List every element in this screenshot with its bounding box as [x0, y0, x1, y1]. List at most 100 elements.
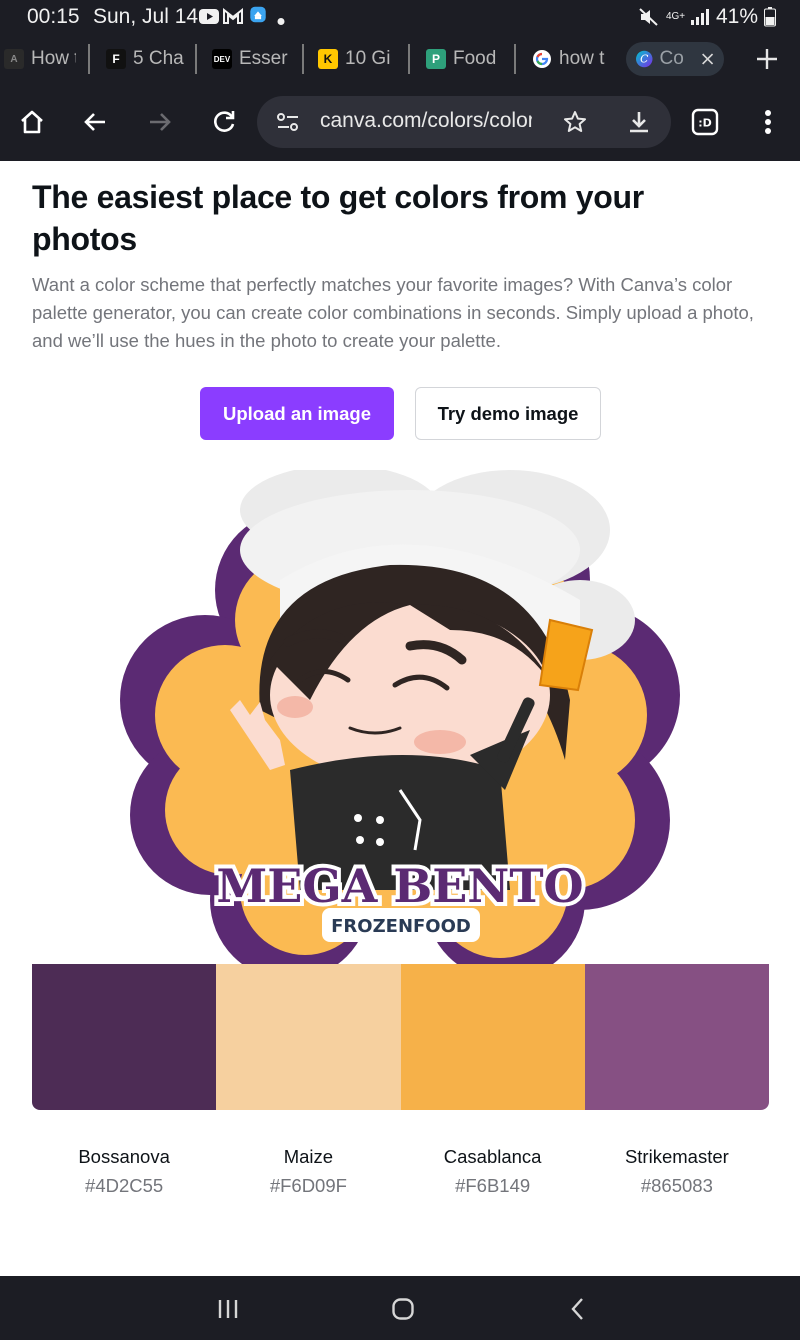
- home-nav-button[interactable]: [388, 1294, 418, 1324]
- signal-icon: [690, 9, 709, 25]
- gmail-icon: [223, 8, 243, 24]
- tab-google-search[interactable]: how t: [532, 42, 614, 76]
- extension-face-icon: :D: [691, 108, 719, 136]
- tab-essentials[interactable]: DEV Esser: [212, 42, 294, 76]
- back-button[interactable]: [77, 104, 113, 140]
- color-info: Casablanca #F6B149: [401, 1145, 585, 1198]
- home-icon: [21, 110, 43, 134]
- home-button[interactable]: [14, 104, 50, 140]
- brand-subtitle: FROZENFOOD: [331, 916, 471, 937]
- url-text[interactable]: canva.com/colors/color-palette-generator…: [320, 109, 532, 133]
- more-vert-icon: [765, 110, 771, 134]
- arrow-back-icon: [84, 113, 105, 131]
- tab-5-chains[interactable]: F 5 Cha: [106, 42, 184, 76]
- battery-icon: [764, 7, 776, 27]
- more-notifications-dot-icon: [277, 18, 285, 25]
- jacket-button: [376, 816, 384, 824]
- recent-apps-icon: [218, 1300, 238, 1318]
- brand-title: MEGA BENTO: [216, 859, 583, 913]
- tab-label: How t: [31, 48, 76, 69]
- swatch-bossanova[interactable]: [32, 964, 217, 1110]
- reload-button[interactable]: [206, 104, 242, 140]
- tab-label: Co: [659, 48, 684, 69]
- tab-label: how t: [559, 48, 605, 69]
- forward-button[interactable]: [142, 104, 178, 140]
- canva-icon: C: [636, 50, 653, 68]
- upload-image-button[interactable]: Upload an image: [200, 387, 394, 440]
- tab-food[interactable]: P Food: [426, 42, 506, 76]
- browser-menu-button[interactable]: [750, 104, 786, 140]
- tab-label: 5 Cha: [133, 48, 184, 69]
- left-blush: [277, 696, 313, 718]
- f-favicon-icon: F: [106, 49, 126, 69]
- status-time: 00:15: [27, 5, 80, 28]
- status-right-group: 4G+ 41%: [638, 5, 776, 29]
- chevron-left-icon: [571, 1298, 583, 1320]
- tab-divider: [302, 44, 304, 74]
- status-bar: 00:15 Sun, Jul 14 4G+ 41%: [0, 0, 800, 34]
- p-favicon-icon: P: [426, 49, 446, 69]
- k-favicon-icon: K: [318, 49, 338, 69]
- color-hex[interactable]: #865083: [585, 1174, 769, 1198]
- tab-label: Esser: [239, 48, 288, 69]
- jacket-button: [354, 814, 362, 822]
- uploaded-image-preview: MEGA BENTO FROZENFOOD: [120, 470, 680, 964]
- mute-icon: [639, 8, 658, 26]
- back-nav-button[interactable]: [563, 1294, 593, 1324]
- network-type: 4G+: [665, 11, 686, 22]
- youtube-icon: [199, 9, 219, 24]
- swatch-maize[interactable]: [216, 964, 401, 1110]
- jacket-button: [376, 838, 384, 846]
- tab-how-to-1[interactable]: A How t: [4, 42, 76, 76]
- color-name: Maize: [283, 1146, 334, 1167]
- browser-toolbar: canva.com/colors/color-palette-generator…: [0, 84, 800, 161]
- reload-icon: [214, 111, 235, 132]
- intro-paragraph: Want a color scheme that perfectly match…: [32, 274, 754, 351]
- status-date: Sun, Jul 14: [93, 5, 199, 28]
- site-settings-icon[interactable]: [277, 112, 299, 132]
- unknown-favicon-icon: A: [4, 49, 24, 69]
- tab-canva-active[interactable]: C Co: [626, 42, 724, 76]
- color-labels: Bossanova #4D2C55 Maize #F6D09F Casablan…: [32, 1145, 769, 1198]
- battery-percent: 41%: [715, 5, 758, 28]
- swatch-casablanca[interactable]: [400, 964, 585, 1110]
- tab-divider: [88, 44, 90, 74]
- color-name: Casablanca: [443, 1146, 542, 1167]
- page-heading: The easiest place to get colors from you…: [32, 179, 644, 257]
- recent-apps-button[interactable]: [213, 1294, 243, 1324]
- color-info: Maize #F6D09F: [216, 1145, 400, 1198]
- jacket-button: [356, 836, 364, 844]
- bookmark-star-icon[interactable]: [563, 110, 587, 134]
- try-demo-image-button[interactable]: Try demo image: [415, 387, 601, 440]
- color-name: Bossanova: [78, 1146, 170, 1167]
- address-bar[interactable]: canva.com/colors/color-palette-generator…: [257, 96, 671, 148]
- right-blush: [414, 730, 466, 754]
- swatch-strikemaster[interactable]: [584, 964, 769, 1110]
- color-info: Strikemaster #865083: [585, 1145, 769, 1198]
- color-info: Bossanova #4D2C55: [32, 1145, 216, 1198]
- home-nav-icon: [392, 1298, 414, 1320]
- color-palette: [32, 964, 769, 1110]
- color-name: Strikemaster: [624, 1146, 729, 1167]
- download-icon[interactable]: [627, 110, 651, 134]
- arrow-forward-icon: [150, 113, 171, 131]
- dev-favicon-icon: DEV: [212, 49, 232, 69]
- tab-divider: [408, 44, 410, 74]
- app-notification-icon: [250, 6, 266, 23]
- tab-label: Food: [453, 48, 497, 69]
- tab-10-gifts[interactable]: K 10 Gi: [318, 42, 396, 76]
- tab-divider: [514, 44, 516, 74]
- extension-button[interactable]: :D: [687, 104, 723, 140]
- google-icon: [533, 50, 551, 68]
- new-tab-plus-icon[interactable]: [756, 48, 778, 70]
- color-hex[interactable]: #F6D09F: [216, 1174, 400, 1198]
- close-tab-icon[interactable]: [701, 51, 714, 67]
- color-hex[interactable]: #F6B149: [401, 1174, 585, 1198]
- tab-divider: [195, 44, 197, 74]
- system-navigation-bar: [0, 1276, 800, 1340]
- tab-strip: A How t F 5 Cha DEV Esser K 10 Gi P Food…: [0, 34, 800, 84]
- svg-text::D: :D: [698, 117, 712, 130]
- color-hex[interactable]: #4D2C55: [32, 1174, 216, 1198]
- svg-text:C: C: [640, 53, 648, 66]
- tab-label: 10 Gi: [345, 48, 391, 69]
